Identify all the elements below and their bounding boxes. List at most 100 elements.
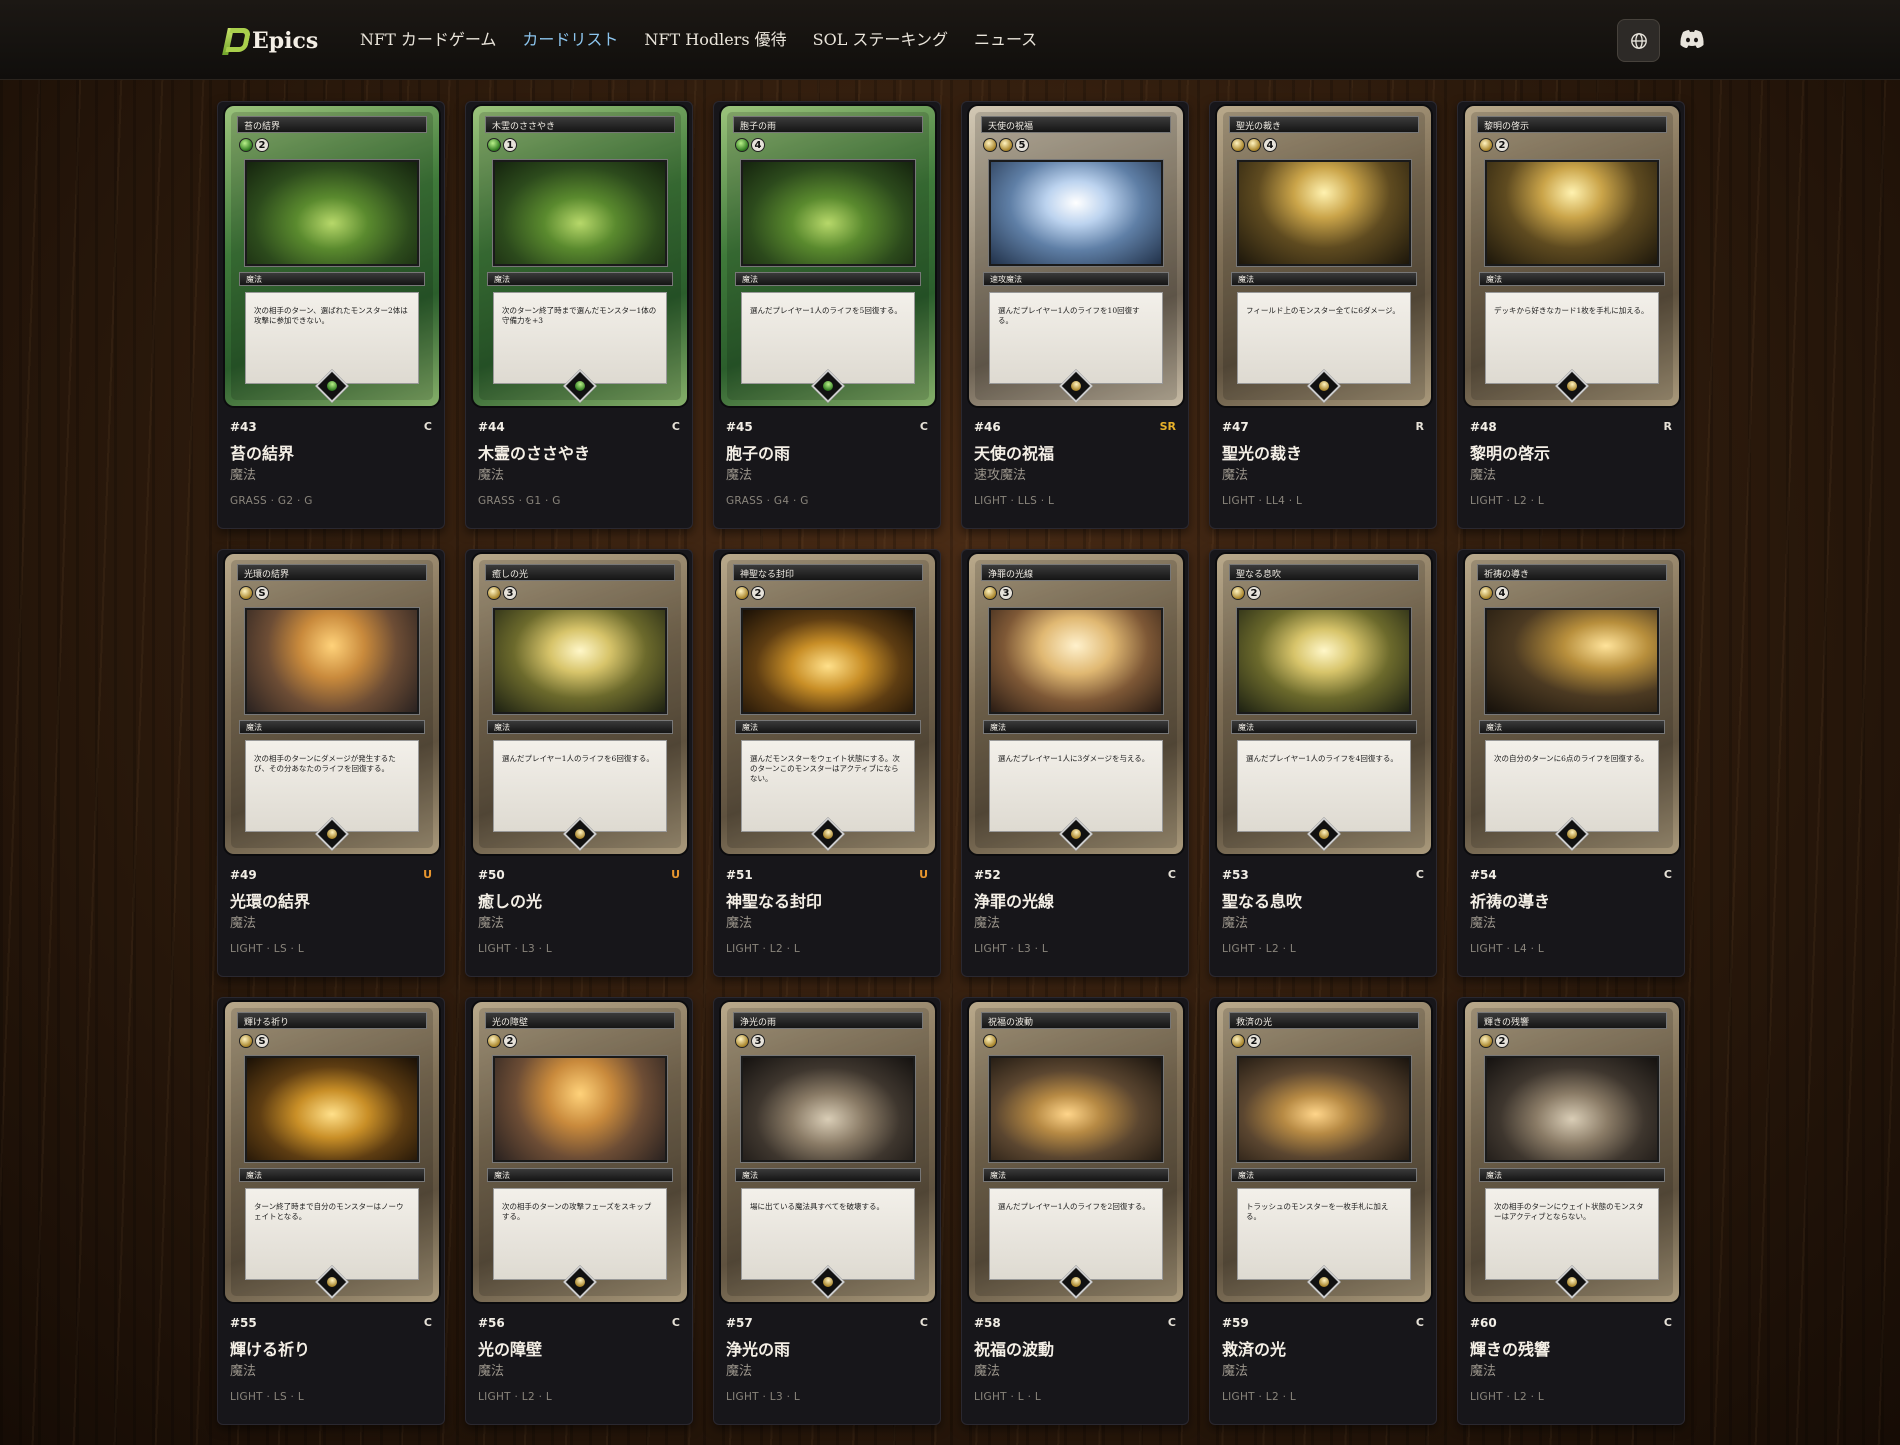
card-image[interactable]: 癒しの光 3 魔法 選んだプレイヤー1人のライフを6回復する。 xyxy=(473,554,687,854)
card-tile[interactable]: 輝きの残響 2 魔法 次の相手のターンにウェイト状態のモンスターはアクティブとな… xyxy=(1457,997,1685,1425)
card-type: 魔法 xyxy=(230,916,257,931)
logo[interactable]: Epics xyxy=(222,26,318,56)
card-artwork xyxy=(1485,160,1659,266)
language-button[interactable] xyxy=(1617,19,1660,62)
card-number: #49 xyxy=(230,868,257,882)
card-tile[interactable]: 癒しの光 3 魔法 選んだプレイヤー1人のライフを6回復する。 #50 U 癒し… xyxy=(465,549,693,977)
card-frame-type: 速攻魔法 xyxy=(983,272,1169,286)
card-type: 魔法 xyxy=(974,1364,1001,1379)
card-image[interactable]: 木霊のささやき 1 魔法 次のターン終了時まで選んだモンスター1体の守備力を+3 xyxy=(473,106,687,406)
card-image[interactable]: 神聖なる封印 2 魔法 選んだモンスターをウェイト状態にする。次のターンこのモン… xyxy=(721,554,935,854)
card-tile[interactable]: 祝福の波動 魔法 選んだプレイヤー1人のライフを2回復する。 #58 C 祝福の… xyxy=(961,997,1189,1425)
card-tile[interactable]: 神聖なる封印 2 魔法 選んだモンスターをウェイト状態にする。次のターンこのモン… xyxy=(713,549,941,977)
card-frame-type: 魔法 xyxy=(239,1168,425,1182)
card-name: 聖なる息吹 xyxy=(1222,892,1303,911)
card-frame-name: 光環の結界 xyxy=(237,564,427,581)
nav-card-list[interactable]: カードリスト xyxy=(522,26,618,50)
card-tile[interactable]: 輝ける祈り S 魔法 ターン終了時まで自分のモンスターはノーウェイトとなる。 #… xyxy=(217,997,445,1425)
card-frame-type: 魔法 xyxy=(983,720,1169,734)
card-tile[interactable]: 黎明の啓示 2 魔法 デッキから好きなカード1枚を手札に加える。 #48 R 黎… xyxy=(1457,101,1685,529)
card-frame: 救済の光 2 魔法 トラッシュのモンスターを一枚手札に加える。 xyxy=(1223,1008,1425,1299)
card-name: 救済の光 xyxy=(1222,1340,1287,1359)
card-name: 木霊のささやき xyxy=(478,444,591,463)
card-image[interactable]: 浄罪の光線 3 魔法 選んだプレイヤー1人に3ダメージを与える。 xyxy=(969,554,1183,854)
card-image[interactable]: 輝ける祈り S 魔法 ターン終了時まで自分のモンスターはノーウェイトとなる。 xyxy=(225,1002,439,1302)
card-artwork xyxy=(741,1056,915,1162)
logo-text: Epics xyxy=(252,28,319,54)
card-type: 魔法 xyxy=(1470,916,1497,931)
card-frame: 聖光の裁き 4 魔法 フィールド上のモンスター全てに6ダメージ。 xyxy=(1223,112,1425,403)
card-tile[interactable]: 天使の祝福 5 速攻魔法 選んだプレイヤー1人のライフを10回復する。 #46 … xyxy=(961,101,1189,529)
card-image[interactable]: 苔の結界 2 魔法 次の相手のターン、選ばれたモンスター2体は攻撃に参加できない… xyxy=(225,106,439,406)
card-meta: LIGHT · L2 · L xyxy=(726,943,800,955)
card-image[interactable]: 浄光の雨 3 魔法 場に出ている魔法具すべてを破壊する。 xyxy=(721,1002,935,1302)
card-cost: 2 xyxy=(1231,1033,1261,1049)
light-element-icon xyxy=(983,586,997,600)
card-number: #58 xyxy=(974,1316,1001,1330)
card-tile[interactable]: 苔の結界 2 魔法 次の相手のターン、選ばれたモンスター2体は攻撃に参加できない… xyxy=(217,101,445,529)
card-image[interactable]: 天使の祝福 5 速攻魔法 選んだプレイヤー1人のライフを10回復する。 xyxy=(969,106,1183,406)
card-image[interactable]: 聖光の裁き 4 魔法 フィールド上のモンスター全てに6ダメージ。 xyxy=(1217,106,1431,406)
card-frame-name: 浄罪の光線 xyxy=(981,564,1171,581)
card-frame-name: 浄光の雨 xyxy=(733,1012,923,1029)
card-frame-name: 祝福の波動 xyxy=(981,1012,1171,1029)
top-navbar: Epics NFT カードゲーム カードリスト NFT Hodlers 優待 S… xyxy=(0,0,1900,80)
card-image[interactable]: 光環の結界 S 魔法 次の相手のターンにダメージが発生するたび、その分あなたのラ… xyxy=(225,554,439,854)
card-cost: 2 xyxy=(1479,137,1509,153)
nav-nft-hodlers[interactable]: NFT Hodlers 優待 xyxy=(644,26,786,50)
card-image[interactable]: 光の障壁 2 魔法 次の相手のターンの攻撃フェーズをスキップする。 xyxy=(473,1002,687,1302)
card-frame: 聖なる息吹 2 魔法 選んだプレイヤー1人のライフを4回復する。 xyxy=(1223,560,1425,851)
card-artwork xyxy=(1485,608,1659,714)
light-element-icon xyxy=(239,586,253,600)
card-tile[interactable]: 祈祷の導き 4 魔法 次の自分のターンに6点のライフを回復する。 #54 C 祈… xyxy=(1457,549,1685,977)
discord-button[interactable] xyxy=(1678,26,1706,52)
card-tile[interactable]: 光環の結界 S 魔法 次の相手のターンにダメージが発生するたび、その分あなたのラ… xyxy=(217,549,445,977)
card-frame-type: 魔法 xyxy=(1479,272,1665,286)
card-tile[interactable]: 救済の光 2 魔法 トラッシュのモンスターを一枚手札に加える。 #59 C 救済… xyxy=(1209,997,1437,1425)
card-meta: GRASS · G4 · G xyxy=(726,495,809,507)
card-image[interactable]: 祈祷の導き 4 魔法 次の自分のターンに6点のライフを回復する。 xyxy=(1465,554,1679,854)
card-tile[interactable]: 聖光の裁き 4 魔法 フィールド上のモンスター全てに6ダメージ。 #47 R 聖… xyxy=(1209,101,1437,529)
card-image[interactable]: 祝福の波動 魔法 選んだプレイヤー1人のライフを2回復する。 xyxy=(969,1002,1183,1302)
card-image[interactable]: 胞子の雨 4 魔法 選んだプレイヤー1人のライフを5回復する。 xyxy=(721,106,935,406)
card-tile[interactable]: 胞子の雨 4 魔法 選んだプレイヤー1人のライフを5回復する。 #45 C 胞子… xyxy=(713,101,941,529)
card-number: #51 xyxy=(726,868,753,882)
card-number: #45 xyxy=(726,420,753,434)
light-element-icon xyxy=(487,586,501,600)
card-frame: 苔の結界 2 魔法 次の相手のターン、選ばれたモンスター2体は攻撃に参加できない… xyxy=(231,112,433,403)
cost-number: 2 xyxy=(1495,1034,1509,1048)
nav-news[interactable]: ニュース xyxy=(974,26,1037,50)
card-image[interactable]: 輝きの残響 2 魔法 次の相手のターンにウェイト状態のモンスターはアクティブとな… xyxy=(1465,1002,1679,1302)
card-tile[interactable]: 浄罪の光線 3 魔法 選んだプレイヤー1人に3ダメージを与える。 #52 C 浄… xyxy=(961,549,1189,977)
card-tile[interactable]: 木霊のささやき 1 魔法 次のターン終了時まで選んだモンスター1体の守備力を+3… xyxy=(465,101,693,529)
card-image[interactable]: 黎明の啓示 2 魔法 デッキから好きなカード1枚を手札に加える。 xyxy=(1465,106,1679,406)
card-tile[interactable]: 聖なる息吹 2 魔法 選んだプレイヤー1人のライフを4回復する。 #53 C 聖… xyxy=(1209,549,1437,977)
card-meta: LIGHT · LLS · L xyxy=(974,495,1055,507)
card-frame: 輝ける祈り S 魔法 ターン終了時まで自分のモンスターはノーウェイトとなる。 xyxy=(231,1008,433,1299)
card-frame-name: 苔の結界 xyxy=(237,116,427,133)
cost-number: S xyxy=(255,586,269,600)
card-meta: LIGHT · L2 · L xyxy=(478,1391,552,1403)
card-image[interactable]: 救済の光 2 魔法 トラッシュのモンスターを一枚手札に加える。 xyxy=(1217,1002,1431,1302)
card-artwork xyxy=(493,1056,667,1162)
card-tile[interactable]: 浄光の雨 3 魔法 場に出ている魔法具すべてを破壊する。 #57 C 浄光の雨 … xyxy=(713,997,941,1425)
nav-sol-staking[interactable]: SOL ステーキング xyxy=(813,26,948,50)
nav-nft-card-game[interactable]: NFT カードゲーム xyxy=(360,26,496,50)
card-frame-type: 魔法 xyxy=(487,1168,673,1182)
card-type: 魔法 xyxy=(726,1364,753,1379)
card-frame-name: 救済の光 xyxy=(1229,1012,1419,1029)
card-meta: LIGHT · L3 · L xyxy=(478,943,552,955)
card-meta: LIGHT · L2 · L xyxy=(1222,1391,1296,1403)
card-artwork xyxy=(741,160,915,266)
card-cost: 1 xyxy=(487,137,517,153)
cost-number: 2 xyxy=(1247,1034,1261,1048)
card-image[interactable]: 聖なる息吹 2 魔法 選んだプレイヤー1人のライフを4回復する。 xyxy=(1217,554,1431,854)
card-tile[interactable]: 光の障壁 2 魔法 次の相手のターンの攻撃フェーズをスキップする。 #56 C … xyxy=(465,997,693,1425)
card-rarity: C xyxy=(1415,868,1424,881)
card-type: 魔法 xyxy=(1470,1364,1497,1379)
card-rarity: C xyxy=(919,1316,928,1329)
card-rarity: C xyxy=(1663,1316,1672,1329)
card-artwork xyxy=(1485,1056,1659,1162)
card-cost: 2 xyxy=(1479,1033,1509,1049)
card-number: #56 xyxy=(478,1316,505,1330)
